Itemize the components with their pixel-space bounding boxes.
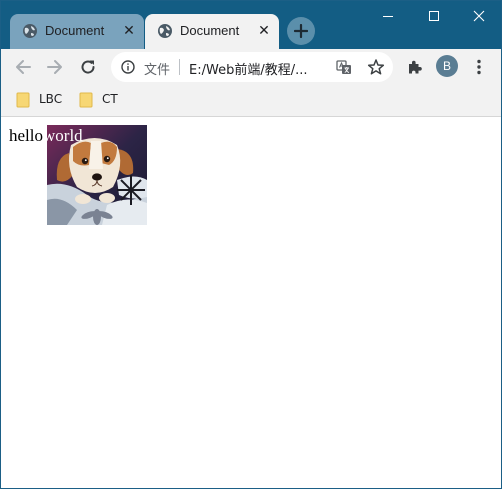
back-button[interactable] — [9, 53, 37, 81]
minimize-icon — [383, 16, 393, 17]
folder-icon — [16, 92, 30, 108]
scheme-label: 文件 — [144, 63, 171, 78]
tab-title: Document — [45, 23, 105, 38]
tab-strip: Document ✕ Document ✕ — [1, 1, 501, 49]
globe-icon — [23, 24, 37, 38]
address-bar[interactable]: 文件 E:/Web前端/教程/... — [111, 52, 393, 82]
window-close-button[interactable] — [456, 1, 501, 31]
reload-button[interactable] — [74, 53, 102, 81]
text-hello: hello — [9, 126, 43, 145]
url-text[interactable]: E:/Web前端/教程/... — [189, 59, 307, 78]
forward-arrow-icon — [47, 60, 62, 74]
translate-icon[interactable] — [336, 59, 352, 75]
text-world: world — [43, 126, 83, 145]
menu-button[interactable] — [465, 53, 493, 81]
more-vertical-icon — [477, 59, 481, 75]
divider — [179, 59, 180, 75]
maximize-button[interactable] — [411, 1, 457, 31]
info-icon[interactable] — [121, 60, 135, 74]
close-icon — [473, 10, 485, 22]
avatar[interactable]: B — [436, 55, 458, 77]
puzzle-icon — [409, 60, 422, 74]
minimize-button[interactable] — [365, 1, 411, 31]
extensions-button[interactable] — [401, 53, 429, 81]
close-tab-icon[interactable]: ✕ — [255, 22, 273, 40]
globe-icon — [158, 24, 172, 38]
tab-title: Document — [180, 23, 240, 38]
hello-world-text: helloworld — [9, 126, 83, 146]
browser-window: Document ✕ Document ✕ 文件 E:/Web前端/教程/...… — [0, 0, 502, 489]
bookmark-label: CT — [102, 92, 118, 106]
tab-document-2[interactable]: Document ✕ — [145, 14, 279, 49]
forward-button[interactable] — [41, 53, 69, 81]
tab-document-1[interactable]: Document ✕ — [10, 14, 144, 49]
bookmark-label: LBC — [39, 92, 63, 106]
page-content: helloworld — [1, 117, 501, 488]
bookmark-lbc[interactable]: LBC — [16, 90, 66, 110]
back-arrow-icon — [16, 60, 31, 74]
plus-icon — [294, 24, 308, 38]
bookmark-star-icon[interactable] — [367, 58, 385, 76]
maximize-icon — [429, 11, 439, 21]
close-tab-icon[interactable]: ✕ — [120, 22, 138, 40]
new-tab-button[interactable] — [287, 17, 315, 45]
toolbar: 文件 E:/Web前端/教程/... B — [1, 49, 501, 85]
reload-icon — [81, 60, 95, 74]
bookmarks-bar: LBC CT — [1, 85, 501, 117]
bookmark-ct[interactable]: CT — [79, 90, 123, 110]
folder-icon — [79, 92, 93, 108]
